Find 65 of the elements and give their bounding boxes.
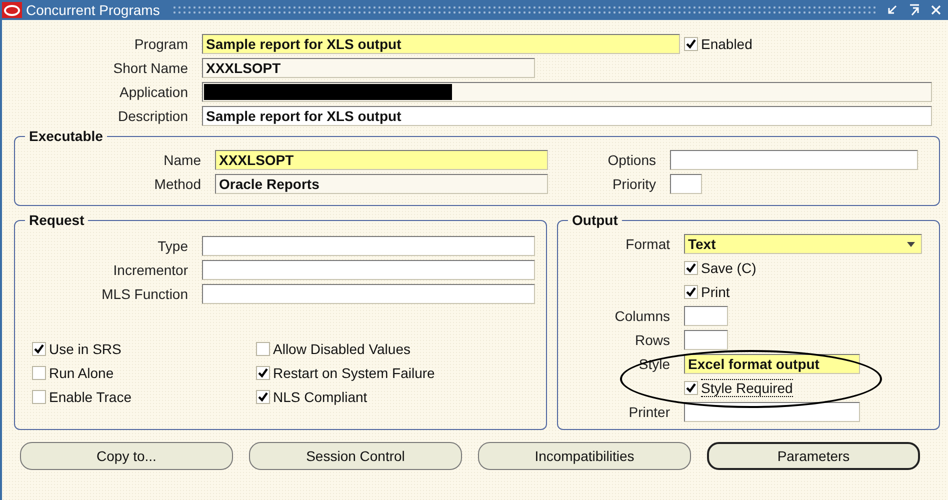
action-button[interactable]: Parameters: [707, 442, 920, 470]
input-field[interactable]: [670, 150, 918, 170]
section-title: Request: [28, 212, 86, 228]
dropdown-arrow-icon: [907, 242, 915, 246]
input-field[interactable]: XXXLSOPT: [215, 150, 548, 170]
checkbox[interactable]: [256, 390, 270, 404]
checkbox-label: Use in SRS: [49, 341, 122, 357]
input-field[interactable]: [684, 402, 860, 422]
checkbox-label: Style Required: [701, 379, 793, 397]
input-field[interactable]: XXXLSOPT: [202, 58, 535, 78]
field-label: Rows: [634, 332, 670, 348]
checkbox[interactable]: [684, 261, 698, 275]
dropdown[interactable]: Text: [684, 234, 922, 254]
field-label: Incrementor: [113, 262, 188, 278]
field-label: Method: [154, 176, 201, 192]
input-field[interactable]: [202, 260, 535, 280]
action-button[interactable]: Incompatibilities: [478, 442, 691, 470]
checkbox[interactable]: [684, 37, 698, 51]
field-label: Style: [638, 356, 670, 372]
field-label: Format: [626, 236, 670, 252]
checkbox[interactable]: [256, 342, 270, 356]
checkbox-label: Allow Disabled Values: [273, 341, 410, 357]
checkbox-label: Run Alone: [49, 365, 114, 381]
field-label: Type: [158, 238, 188, 254]
action-button[interactable]: Copy to...: [20, 442, 233, 470]
field-label: Priority: [612, 176, 656, 192]
field-label: Printer: [628, 404, 670, 420]
input-field[interactable]: Excel format output: [684, 354, 860, 374]
input-field[interactable]: [202, 82, 932, 102]
checkbox[interactable]: [32, 366, 46, 380]
input-field[interactable]: [202, 236, 535, 256]
checkbox-label: Print: [701, 284, 730, 300]
minimize-icon[interactable]: [886, 4, 898, 16]
window-title: Concurrent Programs: [26, 2, 160, 18]
close-icon[interactable]: [930, 4, 942, 16]
section-title: Executable: [28, 128, 104, 144]
checkbox-label: Restart on System Failure: [273, 365, 435, 381]
checkbox-label: Save (C): [701, 260, 756, 276]
checkbox[interactable]: [32, 342, 46, 356]
field-label: Short Name: [113, 60, 188, 76]
field-label: MLS Function: [102, 286, 188, 302]
input-field[interactable]: Sample report for XLS output: [202, 34, 680, 54]
field-label: Application: [120, 84, 188, 100]
maximize-icon[interactable]: [908, 4, 920, 16]
checkbox-label: NLS Compliant: [273, 389, 368, 405]
checkbox-label: Enabled: [701, 36, 752, 52]
input-field[interactable]: Oracle Reports: [215, 174, 548, 194]
action-button[interactable]: Session Control: [249, 442, 462, 470]
input-field[interactable]: [670, 174, 702, 194]
app-logo-icon: [2, 2, 22, 18]
input-field[interactable]: [202, 284, 535, 304]
field-label: Options: [608, 152, 656, 168]
checkbox-label: Enable Trace: [49, 389, 132, 405]
checkbox[interactable]: [684, 285, 698, 299]
checkbox[interactable]: [684, 381, 698, 395]
field-label: Program: [134, 36, 188, 52]
field-label: Columns: [614, 308, 670, 324]
checkbox[interactable]: [256, 366, 270, 380]
field-label: Name: [164, 152, 201, 168]
checkbox[interactable]: [32, 390, 46, 404]
field-label: Description: [118, 108, 188, 124]
input-field[interactable]: Sample report for XLS output: [202, 106, 932, 126]
input-field[interactable]: [684, 306, 728, 326]
section-title: Output: [571, 212, 619, 228]
input-field[interactable]: [684, 330, 728, 350]
